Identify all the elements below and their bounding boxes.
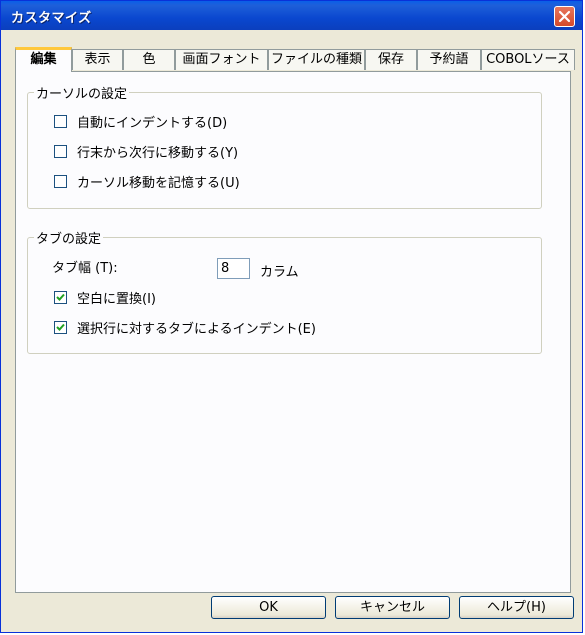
close-icon (558, 10, 571, 23)
checkmark-icon (56, 293, 65, 301)
tab-width-input[interactable]: 8 (217, 258, 250, 279)
move-to-next-line-label[interactable]: 行末から次行に移動する(Y) (77, 142, 238, 161)
tab-screen-font[interactable]: 画面フォント (175, 49, 268, 70)
replace-with-spaces-checkbox[interactable] (54, 291, 67, 304)
help-button[interactable]: ヘルプ(H) (459, 596, 574, 619)
indent-selected-lines-checkbox[interactable] (54, 321, 67, 334)
title-bar[interactable]: カスタマイズ (1, 1, 582, 30)
tab-edit[interactable]: 編集 (15, 47, 72, 72)
remember-cursor-label[interactable]: カーソル移動を記憶する(U) (77, 172, 240, 191)
tab-strip: 編集 表示 色 画面フォント ファイルの種類 保存 予約語 COBOLソース (15, 47, 575, 72)
dialog-client: 編集 表示 色 画面フォント ファイルの種類 保存 予約語 COBOLソース カ… (5, 30, 578, 628)
window-title: カスタマイズ (11, 11, 92, 26)
tab-width-unit: カラム (260, 265, 299, 280)
remember-cursor-checkbox[interactable] (54, 175, 67, 188)
indent-selected-lines-label[interactable]: 選択行に対するタブによるインデント(E) (77, 318, 316, 337)
auto-indent-checkbox[interactable] (54, 115, 67, 128)
auto-indent-label[interactable]: 自動にインデントする(D) (77, 112, 227, 131)
tab-reserved-words[interactable]: 予約語 (417, 49, 481, 70)
cursor-settings-legend: カーソルの設定 (36, 87, 128, 102)
tab-cobol-source[interactable]: COBOLソース (481, 49, 575, 70)
tab-display[interactable]: 表示 (72, 49, 123, 70)
tab-width-label: タブ幅 (T): (52, 261, 118, 276)
tab-save[interactable]: 保存 (365, 49, 417, 70)
ok-button[interactable]: OK (211, 596, 326, 619)
close-button[interactable] (554, 6, 575, 27)
dialog-window: カスタマイズ 編集 表示 色 画面フォント ファイルの種類 保存 予約語 COB… (0, 0, 583, 633)
replace-with-spaces-label[interactable]: 空白に置換(I) (77, 288, 156, 307)
checkmark-icon (56, 323, 65, 331)
cancel-button[interactable]: キャンセル (335, 596, 450, 619)
tab-color[interactable]: 色 (123, 49, 175, 70)
move-to-next-line-checkbox[interactable] (54, 145, 67, 158)
tab-file-types[interactable]: ファイルの種類 (268, 49, 365, 70)
tab-settings-legend: タブの設定 (36, 232, 102, 247)
